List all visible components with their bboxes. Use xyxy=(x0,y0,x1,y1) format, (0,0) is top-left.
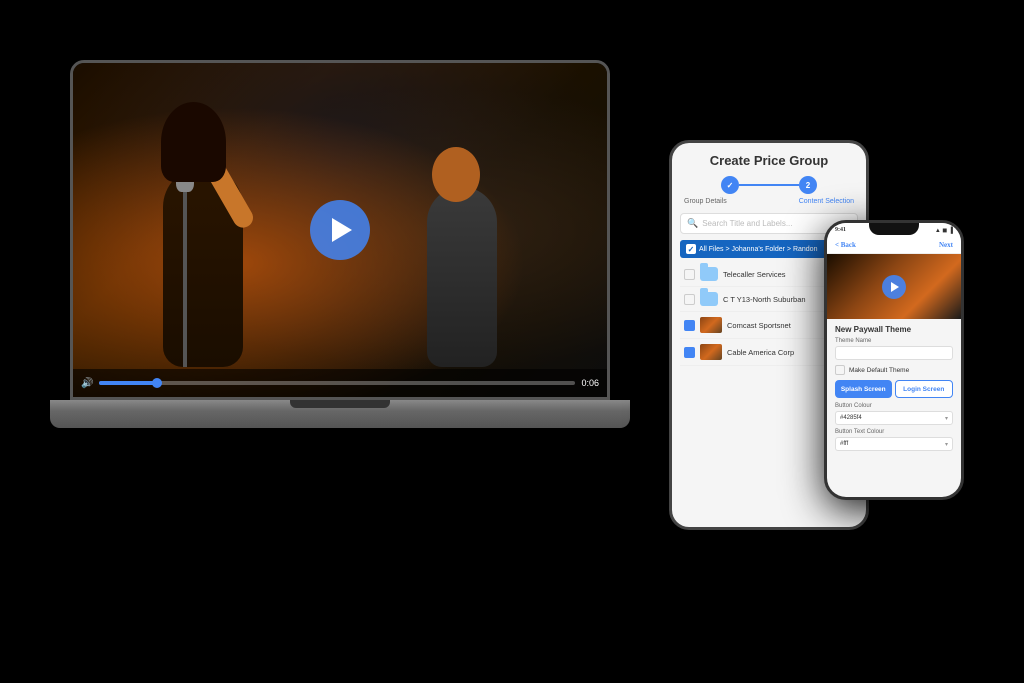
video-thumb-3 xyxy=(700,317,722,333)
guitarist-figure xyxy=(407,147,527,367)
screen-type-buttons: Splash Screen Login Screen xyxy=(835,380,953,398)
phone-content: New Paywall Theme Theme Name Make Defaul… xyxy=(827,319,961,461)
button-colour-select[interactable]: #4285f4 ▾ xyxy=(835,411,953,425)
folder-icon-2 xyxy=(700,292,718,306)
splash-screen-button[interactable]: Splash Screen xyxy=(835,380,892,398)
phone-header: < Back Next xyxy=(827,237,961,254)
video-controls: 🔊 0:06 xyxy=(73,369,607,397)
file-checkbox-1[interactable] xyxy=(684,269,695,280)
button-text-colour-select[interactable]: #fff ▾ xyxy=(835,437,953,451)
step-line xyxy=(739,184,799,186)
button-colour-label: Button Colour xyxy=(835,403,953,409)
step-1-circle: ✓ xyxy=(721,176,739,194)
check-icon: ✓ xyxy=(688,245,695,254)
phone-section-title: New Paywall Theme xyxy=(835,325,953,334)
singer-hair xyxy=(161,102,226,182)
play-icon xyxy=(332,218,352,242)
breadcrumb-checkbox[interactable]: ✓ xyxy=(686,244,696,254)
volume-icon[interactable]: 🔊 xyxy=(81,378,93,389)
theme-name-label: Theme Name xyxy=(835,338,953,344)
mic-stand xyxy=(183,187,187,367)
phone-time: 9:41 xyxy=(835,227,846,233)
phone-device: 9:41 ▲ ◼ ▐ < Back Next New Paywall Theme… xyxy=(824,220,964,500)
guitarist-head xyxy=(432,147,480,202)
make-default-checkbox[interactable] xyxy=(835,365,845,375)
singer-figure xyxy=(133,107,293,367)
phone-notch xyxy=(869,223,919,235)
progress-dot xyxy=(152,378,162,388)
file-checkbox-2[interactable] xyxy=(684,294,695,305)
phone-video-thumbnail[interactable] xyxy=(827,254,961,319)
progress-bar[interactable] xyxy=(99,381,575,385)
step-labels: Group Details Content Selection xyxy=(680,198,858,205)
search-placeholder: Search Title and Labels... xyxy=(702,219,792,228)
step-1-label: Group Details xyxy=(684,198,727,205)
progress-fill xyxy=(99,381,156,385)
laptop-device: 🔊 0:06 xyxy=(50,60,630,480)
button-colour-value: #4285f4 xyxy=(840,415,862,421)
select-arrow-icon: ▾ xyxy=(945,415,948,422)
make-default-row: Make Default Theme xyxy=(835,365,953,375)
video-time: 0:06 xyxy=(581,378,599,388)
make-default-label: Make Default Theme xyxy=(849,367,909,374)
laptop-base xyxy=(50,400,630,428)
next-button[interactable]: Next xyxy=(939,241,953,249)
select-arrow-icon-2: ▾ xyxy=(945,441,948,448)
search-icon: 🔍 xyxy=(687,218,698,229)
phone-screen: 9:41 ▲ ◼ ▐ < Back Next New Paywall Theme… xyxy=(827,223,961,497)
video-player: 🔊 0:06 xyxy=(73,63,607,397)
guitarist-body xyxy=(427,187,497,367)
main-scene: 🔊 0:06 Create Price Group ✓ xyxy=(0,0,1024,683)
tablet-page-title: Create Price Group xyxy=(680,153,858,168)
stepper: ✓ 2 xyxy=(680,176,858,194)
video-thumb-4 xyxy=(700,344,722,360)
phone-play-icon xyxy=(891,282,899,292)
laptop-notch xyxy=(290,400,390,408)
button-text-colour-label: Button Text Colour xyxy=(835,429,953,435)
folder-icon-1 xyxy=(700,267,718,281)
step-2-label: Content Selection xyxy=(799,198,854,205)
back-button[interactable]: < Back xyxy=(835,241,856,249)
step-2-circle: 2 xyxy=(799,176,817,194)
theme-name-input[interactable] xyxy=(835,346,953,360)
laptop-screen: 🔊 0:06 xyxy=(70,60,610,400)
play-button[interactable] xyxy=(310,200,370,260)
file-checkbox-3[interactable] xyxy=(684,320,695,331)
file-checkbox-4[interactable] xyxy=(684,347,695,358)
phone-status-icons: ▲ ◼ ▐ xyxy=(935,227,953,234)
phone-play-button[interactable] xyxy=(882,275,906,299)
login-screen-button[interactable]: Login Screen xyxy=(895,380,954,398)
button-text-colour-value: #fff xyxy=(840,441,848,447)
breadcrumb-path: All Files > Johanna's Folder > Randon xyxy=(699,246,817,253)
